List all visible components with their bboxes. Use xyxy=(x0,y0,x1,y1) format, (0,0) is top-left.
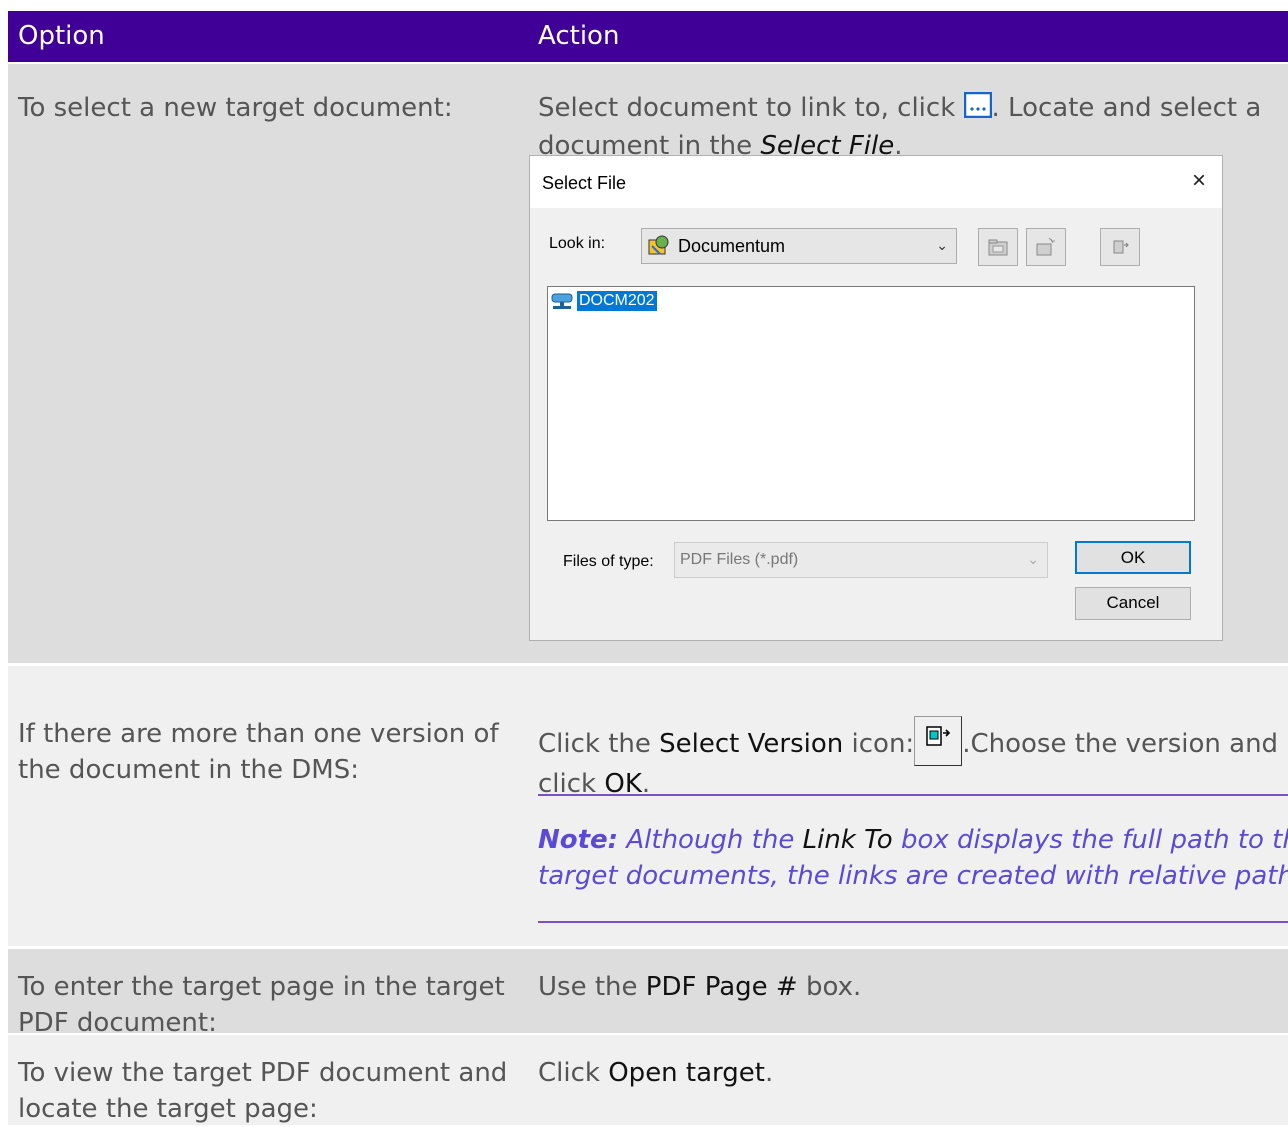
option-text: If there are more than one version of xyxy=(18,719,499,749)
files-of-type-value: PDF Files (*.pdf) xyxy=(680,551,799,568)
option-text: To enter the target page in the target xyxy=(18,972,505,1002)
action-text: Click xyxy=(538,1058,609,1088)
note-text: box displays the full path to the xyxy=(892,825,1288,855)
table-row: To view the target PDF document and loca… xyxy=(8,1035,1288,1125)
table-row: If there are more than one version of th… xyxy=(8,666,1288,946)
action-text: .Choose the version and xyxy=(962,729,1279,759)
file-list[interactable]: DOCM202 xyxy=(547,286,1195,521)
documentum-icon xyxy=(646,234,672,263)
up-folder-button[interactable] xyxy=(978,228,1018,266)
dialog-body: Look in: Documentum ⌄ DOCM202 Files of t… xyxy=(530,208,1222,640)
chevron-down-icon: ⌄ xyxy=(1027,551,1039,567)
select-version-icon xyxy=(1113,240,1129,254)
note: Note: Although the Link To box displays … xyxy=(538,822,1288,894)
cancel-button[interactable]: Cancel xyxy=(1075,587,1191,620)
action-text: Click the xyxy=(538,729,660,759)
dialog-title: Select File xyxy=(542,173,627,193)
ui-term: Select Version xyxy=(659,729,844,759)
look-in-value: Documentum xyxy=(678,236,786,256)
server-icon xyxy=(551,293,573,309)
browse-icon xyxy=(963,91,992,128)
action-text: . Locate and select a xyxy=(991,93,1262,123)
folder-up-icon xyxy=(988,239,1008,256)
new-folder-icon xyxy=(1036,237,1055,256)
action-text: Use the xyxy=(538,972,646,1002)
file-item-name: DOCM202 xyxy=(577,291,657,311)
ok-button[interactable]: OK xyxy=(1075,541,1191,574)
ui-term: Open target xyxy=(608,1058,765,1088)
action-text: box. xyxy=(797,972,862,1002)
action-text: . xyxy=(764,1058,774,1088)
action-cell: Use the PDF Page # box. xyxy=(528,949,1288,1033)
option-cell: To select a new target document: xyxy=(18,93,453,123)
option-cell: To view the target PDF document and loca… xyxy=(8,1035,526,1125)
note-text: target documents, the links are created … xyxy=(538,861,1288,891)
table-row: To enter the target page in the target P… xyxy=(8,949,1288,1038)
option-cell: To enter the target page in the target P… xyxy=(8,949,526,1038)
new-folder-button[interactable] xyxy=(1026,228,1066,266)
select-version-button[interactable] xyxy=(1100,228,1140,266)
option-text: To view the target PDF document and xyxy=(18,1058,508,1088)
header-option: Option xyxy=(18,21,105,51)
action-text: icon: xyxy=(843,729,915,759)
ui-term: PDF Page # xyxy=(645,972,798,1002)
files-of-type-label: Files of type: xyxy=(563,553,654,570)
select-file-dialog: Select File × Look in: Documentum ⌄ DOCM… xyxy=(529,155,1223,641)
list-item[interactable]: DOCM202 xyxy=(550,291,657,311)
action-text: Select document to link to, click xyxy=(538,93,964,123)
note-label: Note: xyxy=(538,825,619,855)
option-text: PDF document: xyxy=(18,1008,217,1038)
option-text: the document in the DMS: xyxy=(18,755,359,785)
option-text: locate the target page: xyxy=(18,1094,318,1124)
action-cell: Click the Select Version icon: .Choose th… xyxy=(528,666,1288,946)
look-in-label: Look in: xyxy=(549,235,606,252)
action-cell: Click Open target. xyxy=(528,1035,1288,1125)
close-icon[interactable]: × xyxy=(1192,167,1206,195)
header-action: Action xyxy=(538,21,620,51)
select-version-icon xyxy=(914,716,963,766)
note-bottom-rule xyxy=(538,921,1288,923)
chevron-down-icon: ⌄ xyxy=(936,237,948,253)
look-in-select[interactable]: Documentum ⌄ xyxy=(641,228,957,264)
ui-term: Link To xyxy=(802,825,893,855)
note-top-rule xyxy=(538,794,1288,796)
note-text: Although the xyxy=(618,825,803,855)
option-cell: If there are more than one version of th… xyxy=(8,666,526,946)
table-header: Option Action xyxy=(8,11,1288,62)
files-of-type-select[interactable]: PDF Files (*.pdf) ⌄ xyxy=(674,542,1048,578)
